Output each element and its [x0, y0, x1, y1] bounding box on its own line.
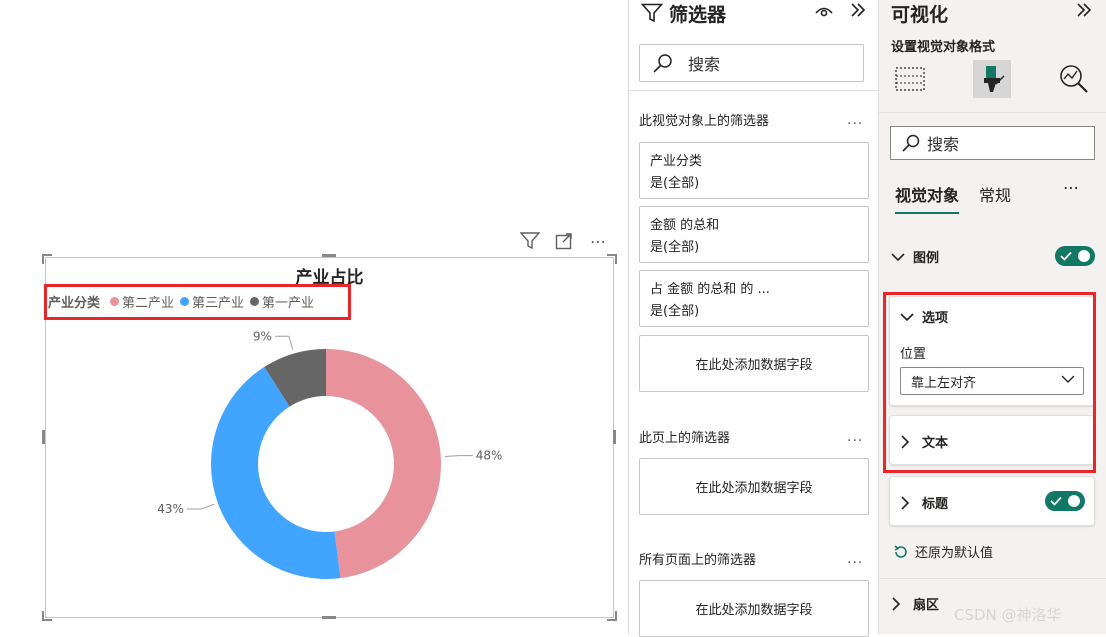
double-chevron-right-icon: [1077, 3, 1092, 17]
visual-filter-drop-zone[interactable]: 在此处添加数据字段: [639, 335, 869, 392]
visualizations-title: 可视化: [891, 4, 949, 26]
all-pages-filters-label: 所有页面上的筛选器: [639, 553, 757, 568]
slices-section-label: 扇区: [913, 598, 940, 613]
filter-card-name: 金额 的总和: [650, 218, 720, 233]
reset-to-default-button[interactable]: 还原为默认值: [893, 542, 993, 561]
data-label-0: 48%: [476, 449, 503, 463]
chevron-down-icon: [891, 252, 907, 262]
focus-mode-icon: [555, 233, 572, 250]
search-icon: [652, 52, 674, 74]
chevron-right-icon: [900, 495, 916, 510]
format-visual-tab[interactable]: [973, 60, 1011, 98]
format-search-input[interactable]: 搜索: [890, 126, 1095, 160]
divider: [879, 112, 1106, 113]
title-card: 标题: [889, 476, 1095, 526]
data-label-1: 43%: [157, 502, 184, 516]
divider: [629, 90, 879, 91]
search-placeholder: 搜索: [688, 55, 721, 74]
resize-handle-tl[interactable]: [42, 254, 52, 264]
filter-search-input[interactable]: 搜索: [639, 44, 864, 82]
leader-line-0: [444, 455, 473, 458]
toggle-knob: [1078, 250, 1090, 262]
analytics-tab[interactable]: [1055, 60, 1093, 98]
reset-icon: [893, 544, 909, 560]
resize-handle-tr[interactable]: [607, 254, 617, 264]
watermark: CSDN @神洛华: [954, 606, 1062, 624]
filter-icon: [641, 3, 663, 23]
collapse-visualizations-button[interactable]: [1075, 0, 1093, 24]
format-tabs: 视觉对象 常规: [895, 182, 1011, 214]
title-toggle[interactable]: [1045, 491, 1085, 511]
chevron-right-icon: [891, 596, 907, 611]
resize-handle-br[interactable]: [607, 611, 617, 621]
double-chevron-right-icon: [851, 3, 866, 17]
filter-card-name: 产业分类: [650, 154, 703, 169]
eye-icon[interactable]: [813, 2, 835, 22]
paint-brush-icon: [984, 66, 1005, 92]
leader-line-1: [186, 503, 215, 510]
checkmark-icon: [1060, 251, 1072, 261]
page-filter-drop-zone[interactable]: 在此处添加数据字段: [639, 458, 869, 515]
donut-slice-1[interactable]: [211, 366, 341, 579]
visual-filters-more-button[interactable]: ...: [847, 112, 863, 128]
filter-card[interactable]: 占 金额 的总和 的 ... 是(全部): [639, 270, 869, 327]
tab-general[interactable]: 常规: [979, 182, 1011, 214]
format-visual-subtitle: 设置视觉对象格式: [891, 40, 996, 55]
filter-icon: [520, 232, 540, 250]
resize-handle-bl[interactable]: [42, 611, 52, 621]
filter-pane-header: 筛选器: [641, 0, 726, 26]
filter-card-state: 是(全部): [650, 176, 700, 191]
all-pages-filter-drop-zone[interactable]: 在此处添加数据字段: [639, 580, 869, 637]
legend-highlight-box: [44, 284, 351, 320]
leader-line-2: [274, 335, 294, 350]
legend-section-label: 图例: [913, 251, 940, 266]
page-filters-label: 此页上的筛选器: [639, 431, 731, 446]
filter-card-state: 是(全部): [650, 240, 700, 255]
resize-handle-top[interactable]: [322, 254, 336, 257]
filter-card[interactable]: 金额 的总和 是(全部): [639, 206, 869, 263]
filter-pane-title: 筛选器: [669, 3, 727, 26]
filter-card-name: 占 金额 的总和 的 ...: [650, 282, 770, 297]
legend-section-header[interactable]: 图例: [891, 247, 939, 266]
data-label-2: 9%: [253, 329, 272, 343]
resize-handle-left[interactable]: [42, 430, 45, 444]
build-visual-tab[interactable]: [891, 60, 929, 98]
analytics-magnifier-icon: [1060, 65, 1088, 93]
visual-header-toolbar: ⋯: [518, 230, 614, 252]
collapse-filter-pane-button[interactable]: [849, 0, 871, 22]
donut-slice-0[interactable]: [326, 349, 441, 579]
visual-filters-label: 此视觉对象上的筛选器: [639, 114, 770, 129]
all-pages-filters-more-button[interactable]: ...: [847, 551, 863, 567]
title-section-label: 标题: [922, 497, 949, 512]
title-section-header[interactable]: 标题: [900, 493, 948, 512]
filter-card-state: 是(全部): [650, 304, 700, 319]
focus-mode-button[interactable]: [552, 230, 576, 252]
search-placeholder: 搜索: [927, 135, 960, 154]
resize-handle-bottom[interactable]: [322, 616, 336, 619]
filter-card[interactable]: 产业分类 是(全部): [639, 142, 869, 199]
tab-visual[interactable]: 视觉对象: [895, 182, 960, 214]
page-filters-more-button[interactable]: ...: [847, 429, 863, 445]
slices-section-header[interactable]: 扇区: [891, 594, 939, 613]
resize-handle-right[interactable]: [613, 430, 616, 444]
visual-filter-button[interactable]: [518, 230, 542, 252]
reset-label: 还原为默认值: [915, 546, 994, 561]
toggle-knob: [1068, 495, 1080, 507]
donut-chart: 48% 43% 9%: [157, 329, 503, 579]
divider: [879, 578, 1106, 579]
more-options-button[interactable]: ⋯: [586, 230, 610, 252]
fields-grid-icon: [895, 67, 925, 91]
legend-toggle[interactable]: [1055, 246, 1095, 266]
checkmark-icon: [1050, 496, 1062, 506]
options-highlight-box: [883, 292, 1096, 473]
report-canvas: ⋯ 产业占比 产业分类 第二产业 第三产业 第一产业 48% 43% 9%: [0, 0, 628, 634]
format-more-button[interactable]: ⋯: [1063, 178, 1080, 197]
filter-pane: 筛选器 搜索 此视觉对象上的筛选器 ... 产业分类 是(全部) 金额 的总和 …: [628, 0, 879, 637]
search-icon: [901, 133, 921, 153]
